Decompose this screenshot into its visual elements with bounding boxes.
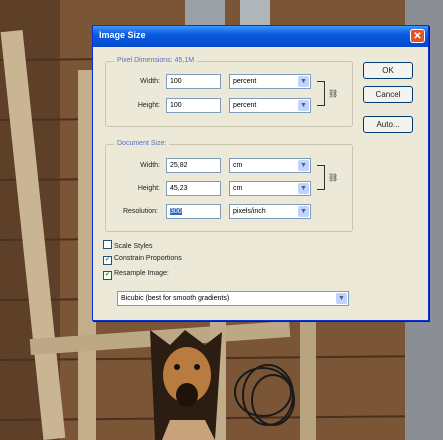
document-size-legend: Document Size: (114, 140, 170, 147)
cancel-button[interactable]: Cancel (363, 86, 413, 103)
chevron-down-icon[interactable]: ▼ (298, 183, 309, 194)
pixel-width-unit-value: percent (233, 78, 257, 85)
scale-styles-label: Scale Styles (114, 243, 153, 250)
pixel-dimensions-legend: Pixel Dimensions: 45,1M (114, 57, 198, 64)
pixel-height-unit-value: percent (233, 102, 257, 109)
ok-button[interactable]: OK (363, 62, 413, 79)
image-size-dialog: Image Size ✕ Pixel Dimensions: 45,1M Wid… (92, 25, 429, 321)
doc-width-unit-value: cm (233, 162, 243, 169)
resolution-unit-select[interactable]: pixels/inch ▼ (229, 204, 311, 219)
scale-styles-box[interactable] (103, 240, 112, 249)
doc-width-unit-select[interactable]: cm ▼ (229, 158, 311, 173)
resolution-value: 300 (170, 208, 182, 215)
chevron-down-icon[interactable]: ▼ (298, 100, 309, 111)
check-icon[interactable]: ✔ (103, 271, 112, 280)
chevron-down-icon[interactable]: ▼ (298, 206, 309, 217)
resample-method-value: Bicubic (best for smooth gradients) (121, 295, 230, 302)
constrain-proportions-label: Constrain Proportions (114, 255, 182, 262)
resolution-unit-value: pixels/inch (233, 208, 266, 215)
doc-width-label: Width: (140, 162, 160, 169)
pixel-dimensions-group: Pixel Dimensions: 45,1M Width: 100 perce… (105, 57, 353, 127)
pixel-height-unit-select[interactable]: percent ▼ (229, 98, 311, 113)
doc-height-input[interactable]: 45,23 (166, 181, 221, 196)
chain-link-icon: ⛓ (328, 89, 339, 98)
check-icon[interactable]: ✔ (103, 256, 112, 265)
close-button[interactable]: ✕ (410, 29, 425, 43)
doc-height-unit-select[interactable]: cm ▼ (229, 181, 311, 196)
pixel-height-input[interactable]: 100 (166, 98, 221, 113)
pixel-width-label: Width: (140, 78, 160, 85)
pixel-width-input[interactable]: 100 (166, 74, 221, 89)
resolution-label: Resolution: (122, 208, 158, 215)
resample-image-label: Resample Image: (114, 270, 169, 277)
scale-styles-checkbox[interactable]: Scale Styles (103, 240, 153, 250)
document-size-group: Document Size: Width: 25,82 cm ▼ Height:… (105, 140, 353, 232)
resample-image-checkbox[interactable]: ✔ Resample Image: (103, 270, 169, 280)
doc-height-label: Height: (137, 185, 160, 192)
pixel-height-label: Height: (137, 102, 160, 109)
resolution-input[interactable]: 300 (166, 204, 221, 219)
chain-link-icon: ⛓ (328, 173, 339, 182)
doc-constrain-bracket (317, 165, 325, 190)
doc-height-unit-value: cm (233, 185, 243, 192)
pixel-constrain-bracket (317, 81, 325, 106)
auto-button[interactable]: Auto... (363, 116, 413, 133)
chevron-down-icon[interactable]: ▼ (298, 76, 309, 87)
chevron-down-icon[interactable]: ▼ (298, 160, 309, 171)
dialog-title: Image Size (99, 30, 146, 40)
pixel-width-unit-select[interactable]: percent ▼ (229, 74, 311, 89)
dialog-titlebar[interactable]: Image Size ✕ (93, 26, 428, 47)
chevron-down-icon[interactable]: ▼ (336, 293, 347, 304)
doc-width-input[interactable]: 25,82 (166, 158, 221, 173)
resample-method-select[interactable]: Bicubic (best for smooth gradients) ▼ (117, 291, 349, 306)
constrain-proportions-checkbox[interactable]: ✔ Constrain Proportions (103, 255, 182, 265)
